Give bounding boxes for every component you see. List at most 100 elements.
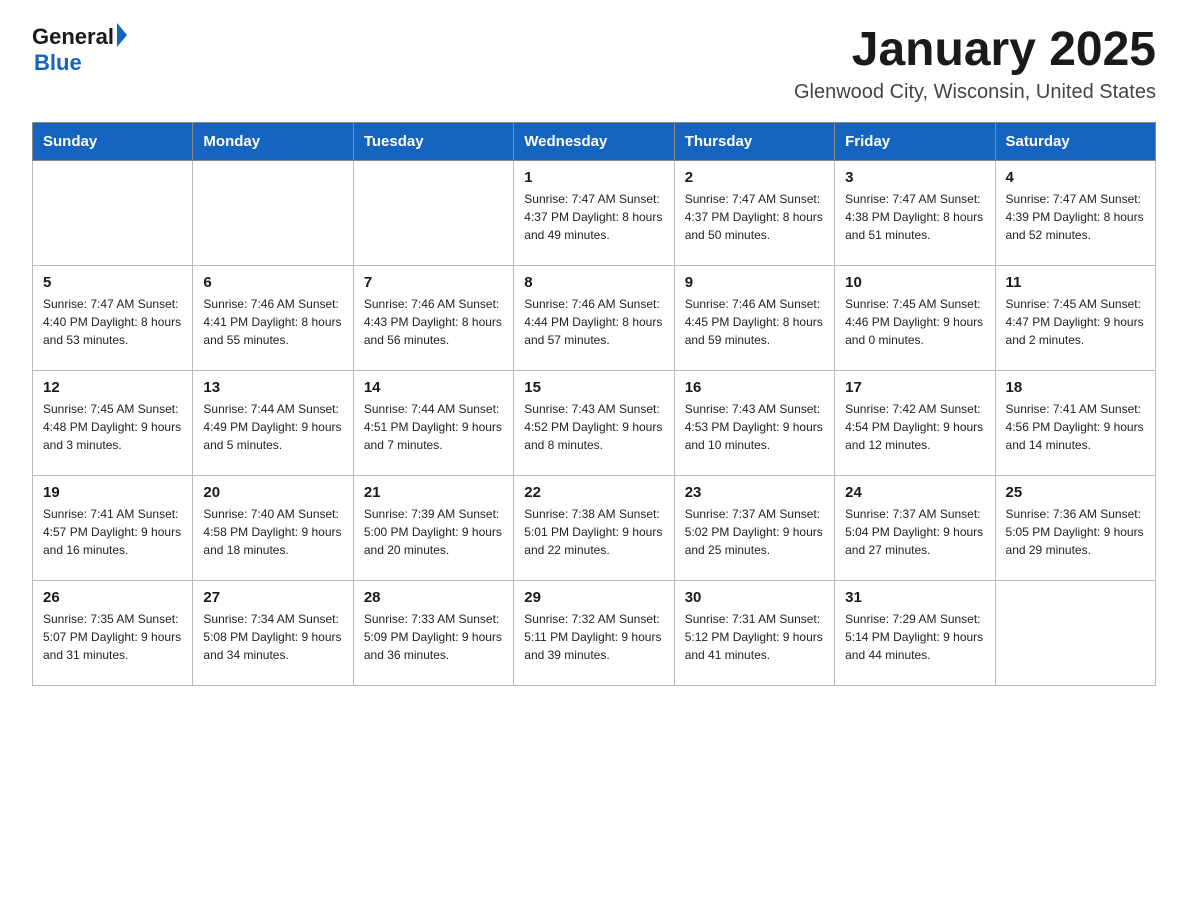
calendar-cell: 10Sunrise: 7:45 AM Sunset: 4:46 PM Dayli…	[835, 265, 995, 370]
day-info: Sunrise: 7:46 AM Sunset: 4:45 PM Dayligh…	[685, 295, 824, 349]
day-info: Sunrise: 7:46 AM Sunset: 4:41 PM Dayligh…	[203, 295, 342, 349]
day-number: 8	[524, 274, 663, 291]
day-info: Sunrise: 7:47 AM Sunset: 4:37 PM Dayligh…	[685, 190, 824, 244]
calendar-cell	[193, 160, 353, 265]
day-info: Sunrise: 7:41 AM Sunset: 4:57 PM Dayligh…	[43, 505, 182, 559]
calendar-cell: 30Sunrise: 7:31 AM Sunset: 5:12 PM Dayli…	[674, 580, 834, 685]
day-number: 9	[685, 274, 824, 291]
day-info: Sunrise: 7:44 AM Sunset: 4:51 PM Dayligh…	[364, 400, 503, 454]
day-number: 2	[685, 169, 824, 186]
day-info: Sunrise: 7:43 AM Sunset: 4:52 PM Dayligh…	[524, 400, 663, 454]
day-number: 22	[524, 484, 663, 501]
calendar-cell: 11 Sunrise: 7:45 AM Sunset: 4:47 PM Dayli…	[995, 265, 1155, 370]
calendar-cell: 24 Sunrise: 7:37 AM Sunset: 5:04 PM Dayli…	[835, 475, 995, 580]
day-info: Sunrise: 7:43 AM Sunset: 4:53 PM Dayligh…	[685, 400, 824, 454]
day-info: Sunrise: 7:47 AM Sunset: 4:38 PM Dayligh…	[845, 190, 984, 244]
calendar-cell: 3 Sunrise: 7:47 AM Sunset: 4:38 PM Daylig…	[835, 160, 995, 265]
calendar-cell: 16Sunrise: 7:43 AM Sunset: 4:53 PM Dayli…	[674, 370, 834, 475]
page-header: General Blue January 2025 Glenwood City,…	[32, 24, 1156, 104]
calendar-cell: 7 Sunrise: 7:46 AM Sunset: 4:43 PM Daylig…	[353, 265, 513, 370]
calendar-day-header: Wednesday	[514, 122, 674, 160]
day-info: Sunrise: 7:46 AM Sunset: 4:43 PM Dayligh…	[364, 295, 503, 349]
calendar-cell: 18 Sunrise: 7:41 AM Sunset: 4:56 PM Dayli…	[995, 370, 1155, 475]
day-number: 7	[364, 274, 503, 291]
day-number: 26	[43, 589, 182, 606]
day-number: 21	[364, 484, 503, 501]
calendar-day-header: Sunday	[33, 122, 193, 160]
day-info: Sunrise: 7:35 AM Sunset: 5:07 PM Dayligh…	[43, 610, 182, 664]
calendar-header: SundayMondayTuesdayWednesdayThursdayFrid…	[33, 122, 1156, 160]
calendar-cell: 9 Sunrise: 7:46 AM Sunset: 4:45 PM Daylig…	[674, 265, 834, 370]
calendar-cell: 29Sunrise: 7:32 AM Sunset: 5:11 PM Dayli…	[514, 580, 674, 685]
day-info: Sunrise: 7:38 AM Sunset: 5:01 PM Dayligh…	[524, 505, 663, 559]
day-info: Sunrise: 7:34 AM Sunset: 5:08 PM Dayligh…	[203, 610, 342, 664]
day-number: 14	[364, 379, 503, 396]
calendar-cell: 2 Sunrise: 7:47 AM Sunset: 4:37 PM Daylig…	[674, 160, 834, 265]
logo-arrow-icon	[117, 23, 127, 47]
calendar-cell	[33, 160, 193, 265]
calendar-week-row: 19Sunrise: 7:41 AM Sunset: 4:57 PM Dayli…	[33, 475, 1156, 580]
calendar-cell: 6 Sunrise: 7:46 AM Sunset: 4:41 PM Daylig…	[193, 265, 353, 370]
day-number: 29	[524, 589, 663, 606]
calendar-cell	[995, 580, 1155, 685]
logo-text-general: General	[32, 24, 114, 50]
day-info: Sunrise: 7:31 AM Sunset: 5:12 PM Dayligh…	[685, 610, 824, 664]
calendar-body: 1 Sunrise: 7:47 AM Sunset: 4:37 PM Daylig…	[33, 160, 1156, 685]
day-info: Sunrise: 7:42 AM Sunset: 4:54 PM Dayligh…	[845, 400, 984, 454]
calendar-cell: 1 Sunrise: 7:47 AM Sunset: 4:37 PM Daylig…	[514, 160, 674, 265]
day-number: 23	[685, 484, 824, 501]
calendar-cell: 22 Sunrise: 7:38 AM Sunset: 5:01 PM Dayli…	[514, 475, 674, 580]
page-subtitle: Glenwood City, Wisconsin, United States	[794, 81, 1156, 104]
day-info: Sunrise: 7:37 AM Sunset: 5:04 PM Dayligh…	[845, 505, 984, 559]
logo-text-blue: Blue	[34, 50, 127, 76]
calendar-cell: 28Sunrise: 7:33 AM Sunset: 5:09 PM Dayli…	[353, 580, 513, 685]
day-info: Sunrise: 7:33 AM Sunset: 5:09 PM Dayligh…	[364, 610, 503, 664]
day-number: 1	[524, 169, 663, 186]
day-number: 6	[203, 274, 342, 291]
day-info: Sunrise: 7:46 AM Sunset: 4:44 PM Dayligh…	[524, 295, 663, 349]
calendar-cell: 27 Sunrise: 7:34 AM Sunset: 5:08 PM Dayli…	[193, 580, 353, 685]
day-info: Sunrise: 7:45 AM Sunset: 4:47 PM Dayligh…	[1006, 295, 1145, 349]
calendar-cell: 17 Sunrise: 7:42 AM Sunset: 4:54 PM Dayli…	[835, 370, 995, 475]
calendar-week-row: 1 Sunrise: 7:47 AM Sunset: 4:37 PM Daylig…	[33, 160, 1156, 265]
day-number: 15	[524, 379, 663, 396]
day-number: 12	[43, 379, 182, 396]
day-info: Sunrise: 7:44 AM Sunset: 4:49 PM Dayligh…	[203, 400, 342, 454]
day-info: Sunrise: 7:39 AM Sunset: 5:00 PM Dayligh…	[364, 505, 503, 559]
calendar-cell: 8 Sunrise: 7:46 AM Sunset: 4:44 PM Daylig…	[514, 265, 674, 370]
day-number: 31	[845, 589, 984, 606]
title-block: January 2025 Glenwood City, Wisconsin, U…	[794, 24, 1156, 104]
day-number: 18	[1006, 379, 1145, 396]
day-info: Sunrise: 7:47 AM Sunset: 4:37 PM Dayligh…	[524, 190, 663, 244]
day-number: 11	[1006, 274, 1145, 291]
calendar-cell: 25Sunrise: 7:36 AM Sunset: 5:05 PM Dayli…	[995, 475, 1155, 580]
day-info: Sunrise: 7:41 AM Sunset: 4:56 PM Dayligh…	[1006, 400, 1145, 454]
day-info: Sunrise: 7:40 AM Sunset: 4:58 PM Dayligh…	[203, 505, 342, 559]
calendar-week-row: 5Sunrise: 7:47 AM Sunset: 4:40 PM Daylig…	[33, 265, 1156, 370]
calendar-cell: 26 Sunrise: 7:35 AM Sunset: 5:07 PM Dayli…	[33, 580, 193, 685]
day-number: 24	[845, 484, 984, 501]
day-number: 4	[1006, 169, 1145, 186]
day-number: 3	[845, 169, 984, 186]
day-number: 17	[845, 379, 984, 396]
calendar-day-header: Friday	[835, 122, 995, 160]
calendar-week-row: 26 Sunrise: 7:35 AM Sunset: 5:07 PM Dayli…	[33, 580, 1156, 685]
calendar-cell: 13 Sunrise: 7:44 AM Sunset: 4:49 PM Dayli…	[193, 370, 353, 475]
calendar-cell: 21 Sunrise: 7:39 AM Sunset: 5:00 PM Dayli…	[353, 475, 513, 580]
day-info: Sunrise: 7:47 AM Sunset: 4:39 PM Dayligh…	[1006, 190, 1145, 244]
calendar-cell: 19Sunrise: 7:41 AM Sunset: 4:57 PM Dayli…	[33, 475, 193, 580]
calendar-cell: 4 Sunrise: 7:47 AM Sunset: 4:39 PM Daylig…	[995, 160, 1155, 265]
calendar-week-row: 12 Sunrise: 7:45 AM Sunset: 4:48 PM Dayli…	[33, 370, 1156, 475]
day-info: Sunrise: 7:45 AM Sunset: 4:48 PM Dayligh…	[43, 400, 182, 454]
logo: General Blue	[32, 24, 127, 76]
day-number: 5	[43, 274, 182, 291]
calendar-cell: 20Sunrise: 7:40 AM Sunset: 4:58 PM Dayli…	[193, 475, 353, 580]
day-info: Sunrise: 7:37 AM Sunset: 5:02 PM Dayligh…	[685, 505, 824, 559]
calendar-day-header: Monday	[193, 122, 353, 160]
page-title: January 2025	[794, 24, 1156, 77]
day-number: 13	[203, 379, 342, 396]
calendar-table: SundayMondayTuesdayWednesdayThursdayFrid…	[32, 122, 1156, 686]
calendar-cell: 12 Sunrise: 7:45 AM Sunset: 4:48 PM Dayli…	[33, 370, 193, 475]
calendar-day-header: Tuesday	[353, 122, 513, 160]
day-number: 27	[203, 589, 342, 606]
